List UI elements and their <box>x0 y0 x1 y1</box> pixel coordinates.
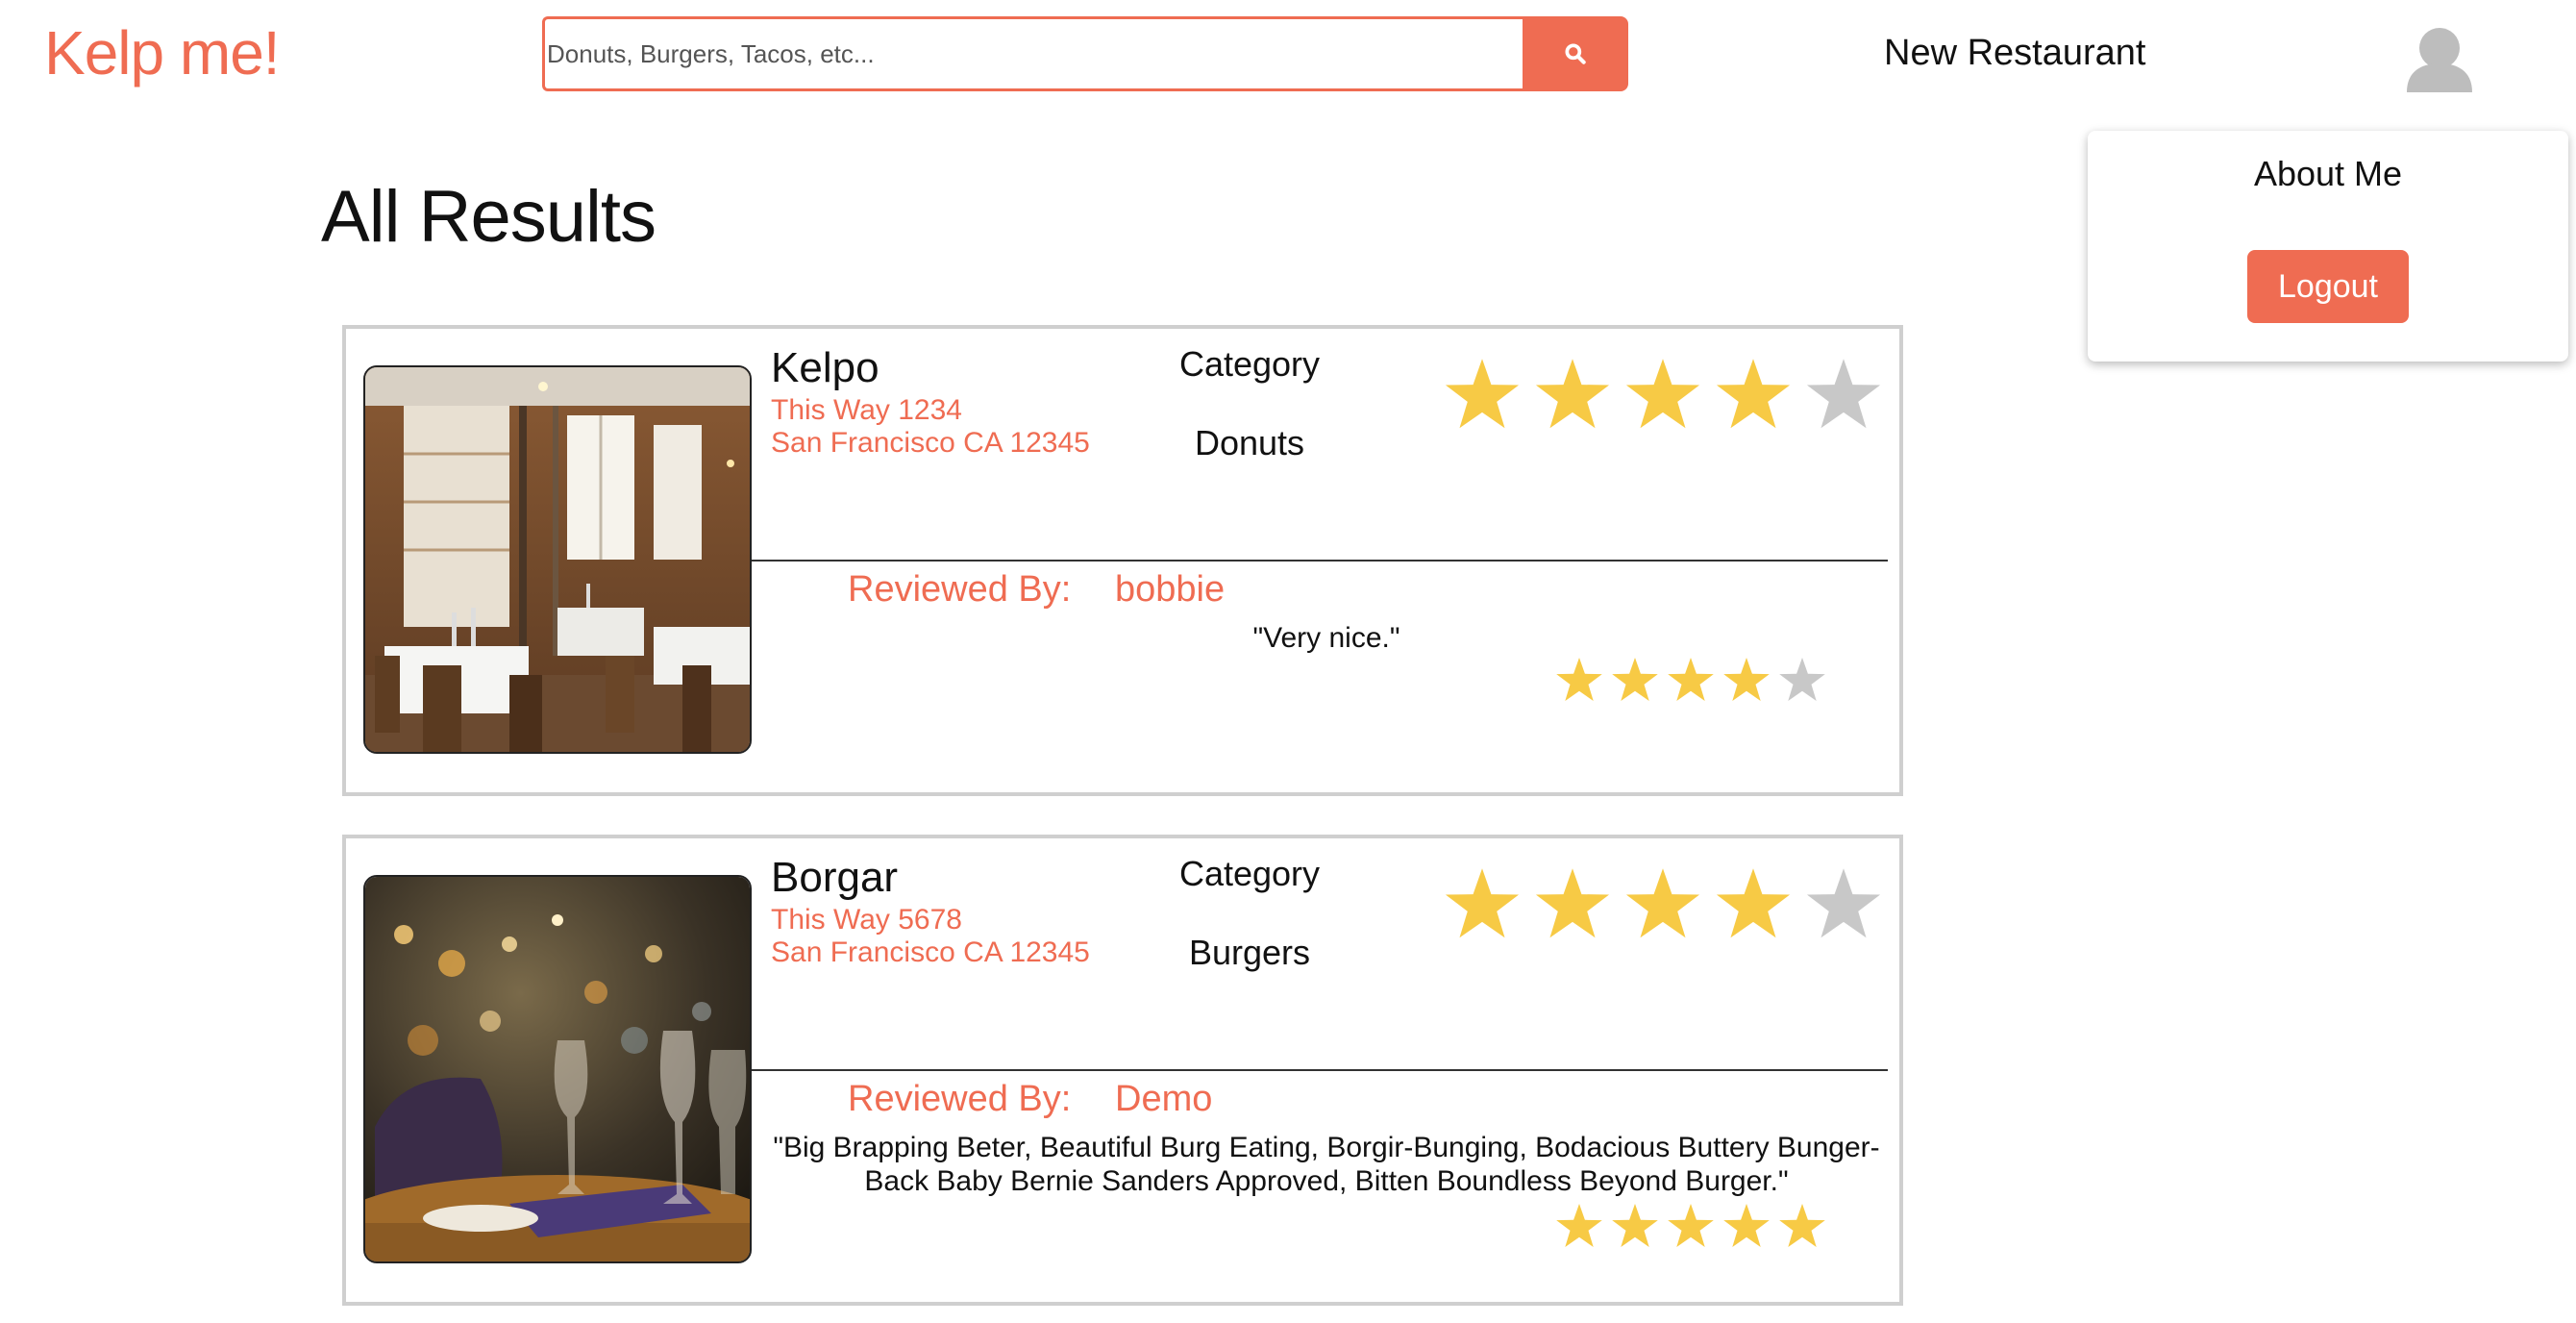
restaurant-address-city: San Francisco CA 12345 <box>771 427 1090 459</box>
restaurant-address-city: San Francisco CA 12345 <box>771 936 1090 968</box>
card-divider <box>752 1069 1888 1071</box>
review-rating <box>1555 656 1826 704</box>
category-heading: Category <box>1178 854 1321 893</box>
user-avatar-icon[interactable] <box>2403 25 2476 94</box>
star-filled-icon <box>1625 868 1700 938</box>
category-heading: Category <box>1178 344 1321 384</box>
restaurant-name[interactable]: Kelpo <box>771 344 879 392</box>
star-filled-icon <box>1779 1204 1825 1247</box>
about-me-link[interactable]: About Me <box>2088 154 2568 194</box>
restaurant-photo[interactable] <box>363 365 752 754</box>
star-filled-icon <box>1716 359 1791 429</box>
star-filled-icon <box>1445 868 1520 938</box>
restaurant-photo[interactable] <box>363 875 752 1263</box>
star-filled-icon <box>1535 359 1610 429</box>
star-filled-icon <box>1668 1204 1714 1247</box>
page-title: All Results <box>321 176 656 258</box>
user-dropdown-menu: About Me Logout <box>2088 131 2568 362</box>
search-button[interactable] <box>1523 16 1628 91</box>
search-input[interactable] <box>542 16 1523 91</box>
star-filled-icon <box>1556 1204 1602 1247</box>
category-value: Donuts <box>1194 423 1305 462</box>
star-filled-icon <box>1535 868 1610 938</box>
star-empty-icon <box>1806 868 1881 938</box>
reviewer-name[interactable]: Demo <box>1115 1079 1212 1120</box>
star-filled-icon <box>1445 359 1520 429</box>
reviewed-by-label: Reviewed By: <box>848 569 1072 610</box>
logout-button[interactable]: Logout <box>2247 250 2409 323</box>
new-restaurant-link[interactable]: New Restaurant <box>1884 33 2145 74</box>
restaurant-name[interactable]: Borgar <box>771 854 898 902</box>
search-icon <box>1565 43 1586 64</box>
search-bar <box>542 16 1628 91</box>
star-filled-icon <box>1668 658 1714 701</box>
review-rating <box>1555 1202 1826 1250</box>
app-logo[interactable]: Kelp me! <box>44 17 281 88</box>
restaurant-rating <box>1444 865 1882 942</box>
star-filled-icon <box>1625 359 1700 429</box>
star-filled-icon <box>1716 868 1791 938</box>
card-divider <box>752 560 1888 562</box>
star-empty-icon <box>1779 658 1825 701</box>
restaurant-card[interactable]: Kelpo This Way 1234 San Francisco CA 123… <box>342 325 1903 796</box>
restaurant-card[interactable]: Borgar This Way 5678 San Francisco CA 12… <box>342 835 1903 1306</box>
reviewer-name[interactable]: bobbie <box>1115 569 1225 611</box>
star-filled-icon <box>1612 1204 1658 1247</box>
star-filled-icon <box>1612 658 1658 701</box>
restaurant-address-street: This Way 1234 <box>771 394 962 426</box>
star-filled-icon <box>1556 658 1602 701</box>
reviewed-by-label: Reviewed By: <box>848 1079 1072 1119</box>
restaurant-address-street: This Way 5678 <box>771 904 962 936</box>
star-empty-icon <box>1806 359 1881 429</box>
review-text: "Very nice." <box>1252 622 1400 654</box>
review-text: "Big Brapping Beter, Beautiful Burg Eati… <box>773 1132 1880 1197</box>
restaurant-rating <box>1444 356 1882 433</box>
star-filled-icon <box>1723 658 1770 701</box>
category-value: Burgers <box>1188 933 1311 972</box>
star-filled-icon <box>1723 1204 1770 1247</box>
